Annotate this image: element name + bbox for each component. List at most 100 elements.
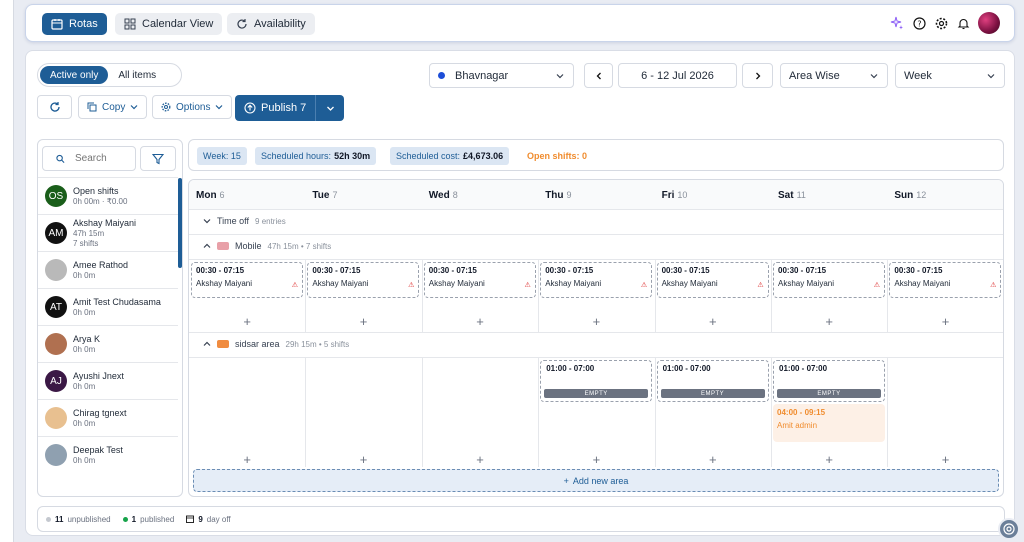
search-box[interactable] <box>42 146 136 171</box>
add-shift-button[interactable]: + <box>590 315 602 328</box>
search-input[interactable] <box>75 153 135 164</box>
active-only-toggle[interactable]: Active only <box>40 66 109 84</box>
employee-row[interactable]: OS Open shifts 0h 00m · ₹0.00 <box>38 177 178 214</box>
publish-main[interactable]: Publish 7 <box>235 95 317 121</box>
add-shift-button[interactable]: + <box>474 315 486 328</box>
date-range[interactable]: 6 - 12 Jul 2026 <box>618 63 737 88</box>
add-shift-button[interactable]: + <box>358 453 370 466</box>
day-header: Mon 6 Tue 7 Wed 8 Thu 9 Fri 10 Sat 11 Sun 12 <box>189 180 1003 210</box>
add-shift-button[interactable]: + <box>707 315 719 328</box>
add-shift-button[interactable]: + <box>590 453 602 466</box>
location-select[interactable]: Bhavnagar <box>429 63 574 88</box>
shift-card[interactable]: 01:00 - 07:00 EMPTY <box>773 360 885 402</box>
employee-row[interactable]: Deepak Test 0h 0m <box>38 436 178 473</box>
group-sidsar[interactable]: sidsar area 29h 15m • 5 shifts <box>203 339 349 349</box>
add-shift-button[interactable]: + <box>823 453 835 466</box>
avatar: AT <box>45 296 67 318</box>
shift-card[interactable]: 00:30 - 07:15 Akshay Maiyani ⚠ <box>191 262 303 298</box>
tab-calendar-view[interactable]: Calendar View <box>115 13 223 35</box>
chevron-down-icon <box>556 73 564 78</box>
all-items-toggle[interactable]: All items <box>108 66 166 84</box>
employee-name: Chirag tgnext <box>73 407 127 418</box>
employee-row[interactable]: Amee Rathod 0h 0m <box>38 251 178 288</box>
shift-card[interactable]: 00:30 - 07:15 Akshay Maiyani ⚠ <box>889 262 1002 298</box>
day-header-fri: Fri 10 <box>662 190 688 201</box>
employee-info: Deepak Test 0h 0m <box>73 445 123 466</box>
help-icon[interactable]: ? <box>912 16 926 30</box>
employee-name: Deepak Test <box>73 444 123 455</box>
employee-row[interactable]: AT Amit Test Chudasama 0h 0m <box>38 288 178 325</box>
day-number: 11 <box>796 190 806 200</box>
cost-chip: Scheduled cost: £4,673.06 <box>390 147 510 165</box>
prev-week-button[interactable] <box>584 63 613 88</box>
employee-info: Amee Rathod 0h 0m <box>73 260 128 281</box>
shift-card[interactable]: 00:30 - 07:15 Akshay Maiyani ⚠ <box>656 262 769 298</box>
employee-row[interactable]: AJ Ayushi Jnext 0h 0m <box>38 362 178 399</box>
shift-time: 00:30 - 07:15 <box>894 266 943 275</box>
bell-icon[interactable] <box>956 16 970 30</box>
shift-card[interactable]: 00:30 - 07:15 Akshay Maiyani ⚠ <box>540 262 653 298</box>
group-timeoff[interactable]: Time off 9 entries <box>203 216 286 226</box>
shift-card[interactable]: 01:00 - 07:00 EMPTY <box>656 360 769 402</box>
next-week-button[interactable] <box>742 63 773 88</box>
add-area-button[interactable]: + Add new area <box>193 469 999 492</box>
employee-info: Chirag tgnext 0h 0m <box>73 408 127 429</box>
chat-support-button[interactable] <box>998 518 1020 540</box>
employee-row[interactable]: AM Akshay Maiyani 47h 15m 7 shifts <box>38 214 178 251</box>
gear-icon[interactable] <box>934 16 948 30</box>
avatar[interactable] <box>978 12 1000 34</box>
options-button[interactable]: Options <box>152 95 233 119</box>
add-shift-button[interactable]: + <box>707 453 719 466</box>
warning-icon: ⚠ <box>408 282 415 289</box>
filter-button[interactable] <box>140 146 176 171</box>
column-divider <box>654 259 656 332</box>
day-name: Wed <box>428 190 450 201</box>
view-mode-value: Area Wise <box>789 69 840 82</box>
published-dot <box>122 516 128 522</box>
divider <box>189 332 1003 333</box>
day-name: Mon <box>196 190 217 201</box>
add-shift-button[interactable]: + <box>474 453 486 466</box>
week-value: Week: 15 <box>203 151 241 161</box>
warning-icon: ⚠ <box>524 282 531 289</box>
chevron-up-icon <box>203 341 211 346</box>
hours-value: 52h 30m <box>334 151 371 161</box>
add-shift-button[interactable]: + <box>823 315 835 328</box>
shift-card[interactable]: 01:00 - 07:00 EMPTY <box>540 360 653 402</box>
unpublished-number: 11 <box>55 514 64 524</box>
add-shift-button[interactable]: + <box>241 315 253 328</box>
sidebar-scrollbar[interactable] <box>178 178 182 268</box>
refresh-button[interactable] <box>37 95 72 119</box>
day-header-tue: Tue 7 <box>312 190 337 201</box>
avatar <box>45 444 67 466</box>
group-mobile[interactable]: Mobile 47h 15m • 7 shifts <box>203 241 331 251</box>
tab-rotas[interactable]: Rotas <box>42 13 107 35</box>
publish-label: Publish 7 <box>261 102 307 114</box>
shift-card[interactable]: 00:30 - 07:15 Akshay Maiyani ⚠ <box>423 262 536 298</box>
shift-card[interactable]: 00:30 - 07:15 Akshay Maiyani ⚠ <box>307 262 420 298</box>
employee-row[interactable]: Chirag tgnext 0h 0m <box>38 399 178 436</box>
shift-time: 01:00 - 07:00 <box>779 364 828 373</box>
publish-button[interactable]: Publish 7 <box>235 95 344 121</box>
week-chip: Week: 15 <box>197 147 247 165</box>
add-shift-button[interactable]: + <box>358 315 370 328</box>
view-mode-select[interactable]: Area Wise <box>780 63 888 88</box>
employee-row[interactable]: Arya K 0h 0m <box>38 325 178 362</box>
employee-name: Ayushi Jnext <box>73 370 124 381</box>
sparkle-icon[interactable] <box>890 16 904 30</box>
copy-icon <box>87 102 97 112</box>
add-shift-button[interactable]: + <box>241 453 253 466</box>
period-select[interactable]: Week <box>895 63 1005 88</box>
add-shift-button[interactable]: + <box>940 315 952 328</box>
shift-card[interactable]: 00:30 - 07:15 Akshay Maiyani ⚠ <box>773 262 885 298</box>
shift-card-offer[interactable]: 04:00 - 09:15 Amit admin <box>773 404 885 442</box>
copy-button[interactable]: Copy <box>78 95 148 119</box>
tab-label: Rotas <box>69 18 98 30</box>
shift-employee: Akshay Maiyani <box>312 279 369 288</box>
chevron-up-icon <box>203 243 211 248</box>
add-shift-button[interactable]: + <box>940 453 952 466</box>
tab-availability[interactable]: Availability <box>227 13 315 35</box>
employee-hours: 0h 0m <box>73 307 96 317</box>
group-meta: 47h 15m • 7 shifts <box>267 241 332 251</box>
publish-dropdown[interactable] <box>316 95 344 121</box>
